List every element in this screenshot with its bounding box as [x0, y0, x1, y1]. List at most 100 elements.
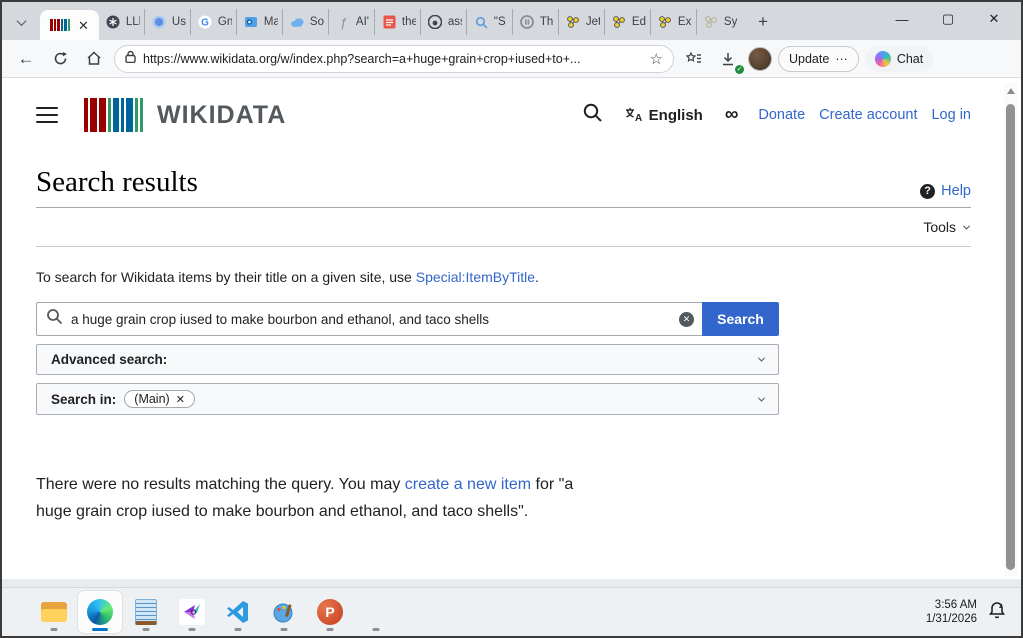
tab-pause[interactable]: Th	[513, 9, 559, 35]
create-account-link[interactable]: Create account	[819, 107, 917, 123]
outlook-icon	[244, 15, 259, 30]
svg-text:A: A	[635, 113, 642, 123]
tab-query-1[interactable]: Jet	[559, 9, 605, 35]
profile-avatar[interactable]	[748, 47, 772, 71]
download-complete-badge: ✓	[735, 65, 744, 74]
tab-chatgpt[interactable]: LLl	[99, 9, 145, 35]
search-box[interactable]: ✕	[36, 302, 702, 336]
donate-link[interactable]: Donate	[758, 107, 805, 123]
intro-text: To search for Wikidata items by their ti…	[36, 269, 971, 285]
more-dots-icon: ···	[835, 52, 848, 66]
address-bar[interactable]: https://www.wikidata.org/w/index.php?sea…	[114, 45, 674, 73]
chat-label: Chat	[897, 52, 923, 66]
favorite-star-icon[interactable]: ☆	[650, 50, 663, 68]
update-label: Update	[789, 52, 829, 66]
translate-icon: A	[625, 107, 644, 123]
clock-date: 1/31/2026	[926, 612, 977, 626]
hamburger-menu-icon[interactable]	[36, 107, 58, 123]
tab-query-2[interactable]: Ed	[605, 9, 651, 35]
new-tab-button[interactable]: +	[749, 9, 777, 35]
chevron-down-icon	[16, 16, 26, 26]
log-in-link[interactable]: Log in	[931, 107, 971, 123]
infinity-icon[interactable]: ∞	[725, 104, 737, 126]
scrollbar-thumb[interactable]	[1006, 104, 1015, 570]
search-icon[interactable]	[582, 102, 603, 128]
refresh-button[interactable]	[46, 45, 74, 73]
clock-time: 3:56 AM	[926, 598, 977, 612]
help-link[interactable]: ? Help	[920, 183, 971, 199]
svg-text:G: G	[202, 18, 210, 29]
file-explorer-icon[interactable]	[32, 591, 76, 633]
item-by-title-link[interactable]: Special:ItemByTitle	[416, 269, 535, 285]
scroll-up-arrow[interactable]	[1007, 88, 1015, 94]
wikidata-wordmark[interactable]: WIKIDATA	[157, 101, 286, 130]
advanced-search-panel[interactable]: Advanced search:	[36, 344, 779, 375]
tab-search-dropdown[interactable]	[6, 8, 36, 36]
search-icon	[46, 308, 63, 330]
window-bottom-edge	[2, 579, 1021, 587]
tab-outlook[interactable]: Ma	[237, 9, 283, 35]
remove-chip-icon[interactable]: ✕	[176, 393, 185, 406]
wikidata-logo-icon	[50, 19, 70, 31]
page-content: WIKIDATA A English ∞ Donate Create accou…	[2, 78, 1021, 579]
florin-icon: ƒ	[336, 15, 351, 30]
clear-search-icon[interactable]: ✕	[679, 312, 694, 327]
tab-florin[interactable]: ƒ AI'	[329, 9, 375, 35]
tab-pdf[interactable]: the	[375, 9, 421, 35]
collections-icon[interactable]	[680, 45, 708, 73]
google-icon: G	[198, 15, 213, 30]
query-graph-icon	[658, 15, 673, 30]
tab-google[interactable]: G Gn	[191, 9, 237, 35]
paint-icon[interactable]	[262, 591, 306, 633]
taskbar-clock[interactable]: 3:56 AM 1/31/2026	[926, 598, 977, 626]
sphere-icon	[152, 15, 167, 30]
powerpoint-icon[interactable]: P	[308, 591, 352, 633]
language-selector[interactable]: A English	[625, 107, 703, 124]
pause-circle-icon	[520, 15, 535, 30]
tools-label: Tools	[923, 219, 956, 235]
update-button[interactable]: Update ···	[778, 46, 859, 72]
tab-github[interactable]: ass	[421, 9, 467, 35]
design-app-icon[interactable]	[170, 591, 214, 633]
back-button[interactable]: ←	[12, 45, 40, 73]
help-label[interactable]: Help	[941, 183, 971, 199]
tab-query-4[interactable]: Sy	[697, 9, 743, 35]
advanced-search-label: Advanced search:	[51, 352, 167, 367]
tab-search[interactable]: "S	[467, 9, 513, 35]
namespace-chip[interactable]: (Main) ✕	[124, 390, 195, 408]
create-new-item-link[interactable]: create a new item	[405, 476, 531, 493]
vscode-icon[interactable]	[216, 591, 260, 633]
wikidata-logo[interactable]	[84, 98, 143, 132]
search-form: ✕ Search	[36, 302, 971, 336]
search-input[interactable]	[71, 312, 671, 327]
close-tab-icon[interactable]: ✕	[78, 19, 89, 32]
browser-toolbar: ← https://www.wikidata.org/w/index.php?s…	[2, 40, 1021, 78]
chevron-down-icon	[758, 355, 765, 362]
chevron-down-icon	[963, 222, 970, 229]
tools-dropdown[interactable]: Tools	[36, 208, 971, 247]
close-button[interactable]: ✕	[971, 2, 1017, 36]
tab-wikidata-active[interactable]: ✕	[40, 10, 99, 40]
copilot-chat-button[interactable]: Chat	[865, 46, 933, 72]
url-text[interactable]: https://www.wikidata.org/w/index.php?sea…	[143, 52, 643, 66]
search-button[interactable]: Search	[702, 302, 779, 336]
pinned-app-icon[interactable]	[354, 591, 398, 633]
home-button[interactable]	[80, 45, 108, 73]
search-in-panel[interactable]: Search in: (Main) ✕	[36, 383, 779, 415]
downloads-icon[interactable]: ✓	[714, 45, 742, 73]
tab-query-3[interactable]: Ex	[651, 9, 697, 35]
notification-bell-icon[interactable]: z	[987, 600, 1007, 625]
language-label: English	[649, 107, 703, 124]
github-icon	[428, 15, 443, 30]
tab-sphere[interactable]: Us	[145, 9, 191, 35]
tab-cloud[interactable]: So	[283, 9, 329, 35]
minimize-button[interactable]: —	[879, 2, 925, 36]
vertical-scrollbar[interactable]	[1004, 82, 1018, 576]
wikidata-header: WIKIDATA A English ∞ Donate Create accou…	[36, 98, 971, 132]
browser-window: ✕ LLl Us G Gn Ma So ƒ AI' the	[0, 0, 1023, 638]
edge-browser-icon[interactable]	[78, 591, 122, 633]
svg-text:z: z	[999, 603, 1003, 610]
maximize-button[interactable]: ▢	[925, 2, 971, 36]
notepad-icon[interactable]	[124, 591, 168, 633]
query-graph-icon	[612, 15, 627, 30]
